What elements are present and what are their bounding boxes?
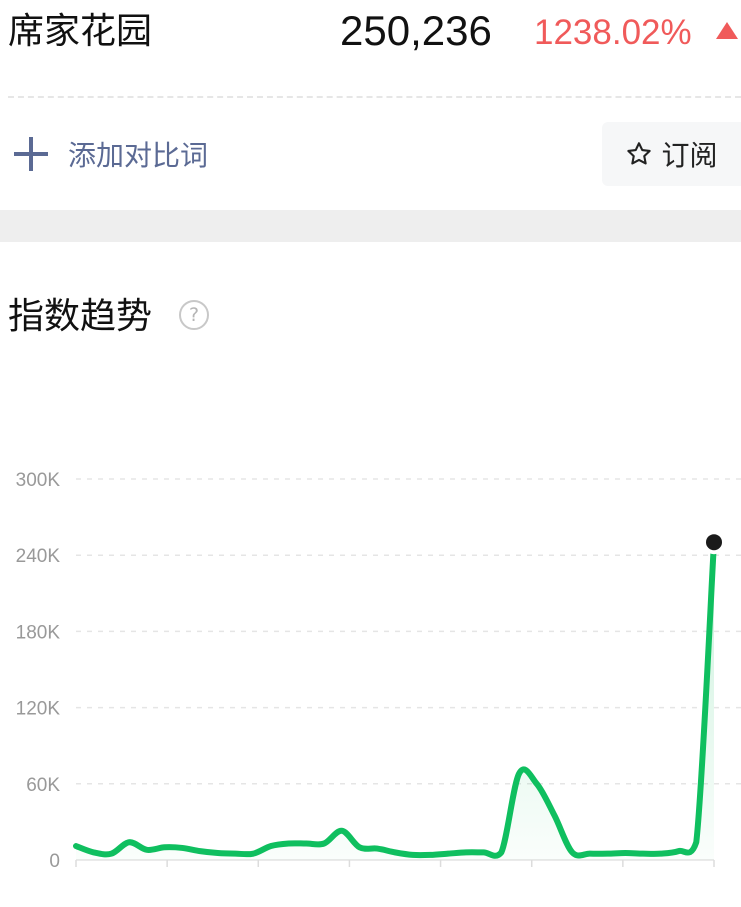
y-tick-label: 240K (16, 546, 61, 567)
trend-chart: 0 60K 120K 180K 240K 300K (16, 470, 741, 872)
add-compare-button[interactable]: 添加对比词 (14, 126, 208, 182)
section-separator (0, 210, 741, 242)
add-compare-label: 添加对比词 (68, 139, 209, 172)
plus-icon (14, 137, 48, 171)
dashed-divider (8, 96, 741, 98)
y-tick-label: 120K (16, 699, 61, 720)
keyword-title: 席家花园 (8, 11, 153, 52)
y-tick-label: 180K (16, 622, 61, 643)
series-area (76, 542, 714, 860)
triangle-up-icon (716, 22, 738, 39)
y-tick-label: 300K (16, 470, 61, 491)
subscribe-label: 订阅 (661, 139, 718, 172)
keyword-header: 席家花园 250,236 1238.02% (0, 0, 741, 64)
subscribe-button[interactable]: 订阅 (602, 122, 741, 186)
section-title: 指数趋势 (8, 296, 153, 337)
question-circle-icon[interactable]: ? (179, 300, 209, 330)
last-point-marker (706, 534, 722, 551)
series-line (73, 539, 717, 859)
y-tick-label: 60K (26, 775, 60, 796)
index-value: 250,236 (340, 7, 492, 54)
star-outline-icon (627, 142, 652, 165)
y-tick-label: 0 (49, 851, 60, 872)
change-percent: 1238.02% (534, 13, 692, 52)
